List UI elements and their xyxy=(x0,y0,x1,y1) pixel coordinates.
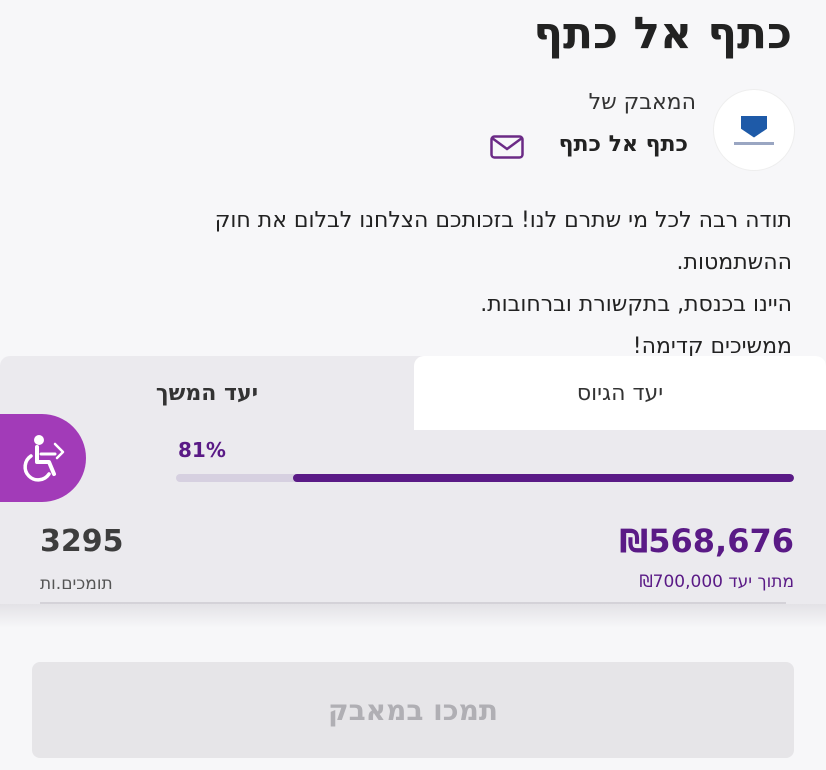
org-name-link[interactable]: כתף אל כתף xyxy=(559,132,688,157)
progress-percent: 81% xyxy=(178,438,226,462)
progress-bar-fill xyxy=(293,474,794,482)
section-shadow xyxy=(0,604,826,628)
support-campaign-button[interactable]: תמכו במאבק xyxy=(32,662,794,758)
campaign-of-label: המאבק של xyxy=(588,90,696,115)
accessibility-button[interactable] xyxy=(0,414,86,502)
org-logo-icon[interactable] xyxy=(714,90,794,170)
description-line: תודה רבה לכל מי שתרם לנו! בזכותכם הצלחנו… xyxy=(214,208,792,275)
campaign-page: כתף אל כתף המאבק של כתף אל כתף תודה רבה … xyxy=(0,0,826,770)
raised-amount: ₪568,676 xyxy=(619,522,794,560)
mail-icon[interactable] xyxy=(490,135,524,159)
tab-raise-goal[interactable]: יעד הגיוס xyxy=(414,356,826,430)
page-title: כתף אל כתף xyxy=(533,8,792,59)
progress-bar xyxy=(176,474,794,482)
supporters-count: 3295 xyxy=(40,524,124,559)
description-line: היינו בכנסת, בתקשורת וברחובות. xyxy=(480,292,792,317)
supporters-label: תומכים.ות xyxy=(40,574,113,594)
campaign-description: תודה רבה לכל מי שתרם לנו! בזכותכם הצלחנו… xyxy=(112,200,792,368)
accessibility-icon xyxy=(23,435,65,482)
goal-amount: מתוך יעד ₪700,000 xyxy=(639,572,794,592)
